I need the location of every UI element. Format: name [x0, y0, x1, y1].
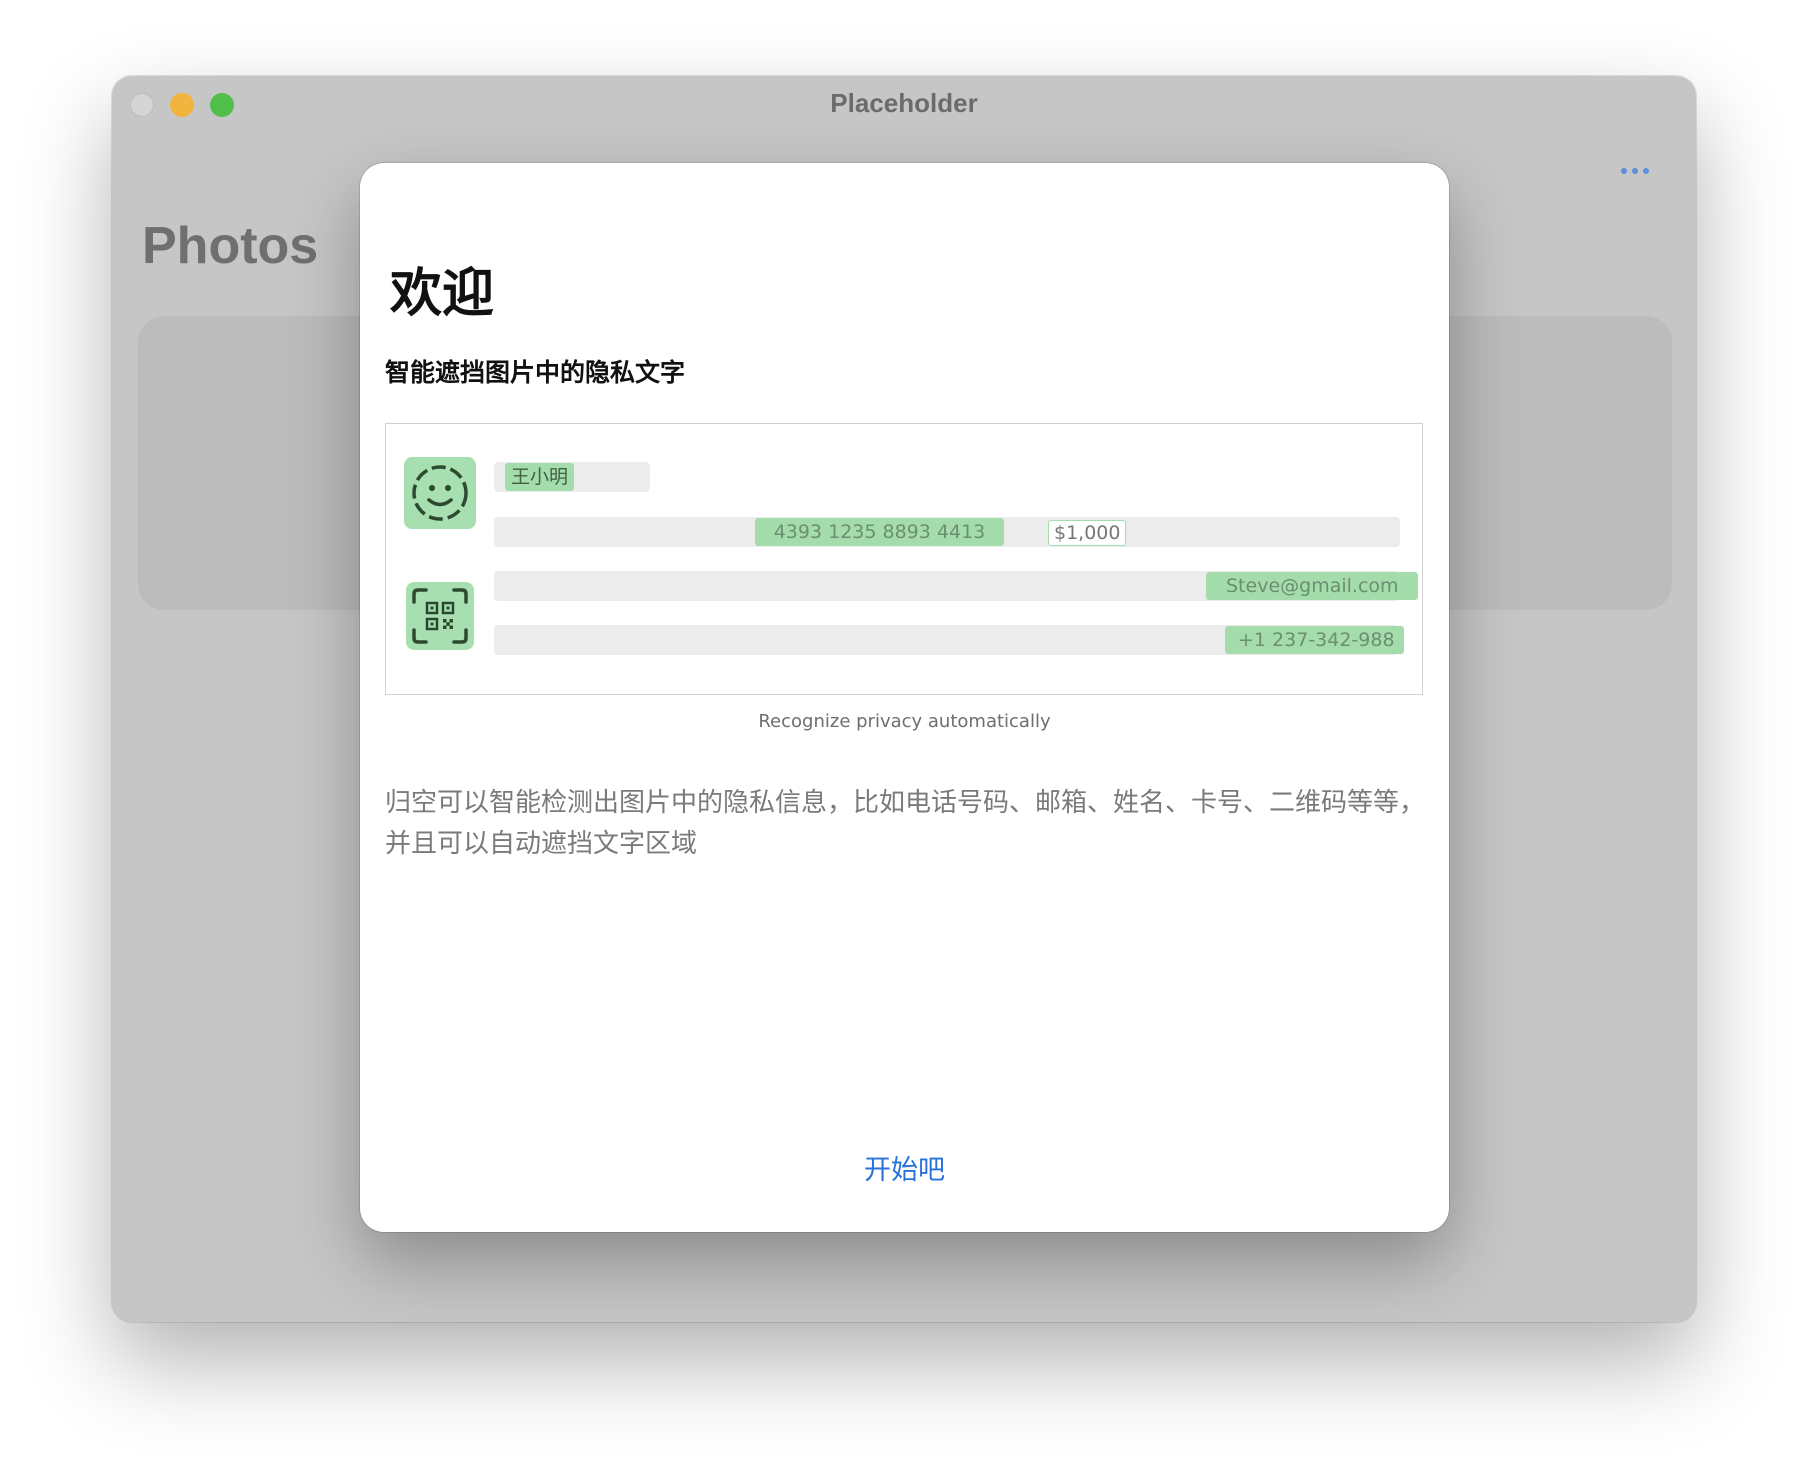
welcome-dialog: 欢迎 智能遮挡图片中的隐私文字 王小明 4393 1235 8893 4413 … [360, 163, 1449, 1232]
title-bar: Placeholder [112, 76, 1696, 132]
privacy-illustration: 王小明 4393 1235 8893 4413 $1,000 Steve@gma… [385, 423, 1423, 695]
redacted-name: 王小明 [505, 463, 575, 491]
illustration-caption: Recognize privacy automatically [758, 711, 1051, 732]
redacted-card-number: 4393 1235 8893 4413 [755, 518, 1004, 546]
feature-description: 归空可以智能检测出图片中的隐私信息，比如电话号码、邮箱、姓名、卡号、二维码等等，… [385, 788, 1426, 859]
redacted-email: Steve@gmail.com [1206, 572, 1418, 600]
ellipsis-icon[interactable] [1620, 164, 1650, 178]
face-id-icon [404, 457, 476, 529]
dialog-title: 欢迎 [390, 264, 495, 324]
redacted-phone: +1 237-342-988 [1225, 626, 1404, 654]
page-heading: Photos [142, 217, 319, 275]
dialog-subtitle: 智能遮挡图片中的隐私文字 [385, 358, 686, 387]
window-title: Placeholder [830, 88, 978, 118]
qr-code-icon [406, 582, 474, 650]
amount-label: $1,000 [1048, 520, 1127, 546]
get-started-button[interactable]: 开始吧 [360, 1148, 1449, 1187]
